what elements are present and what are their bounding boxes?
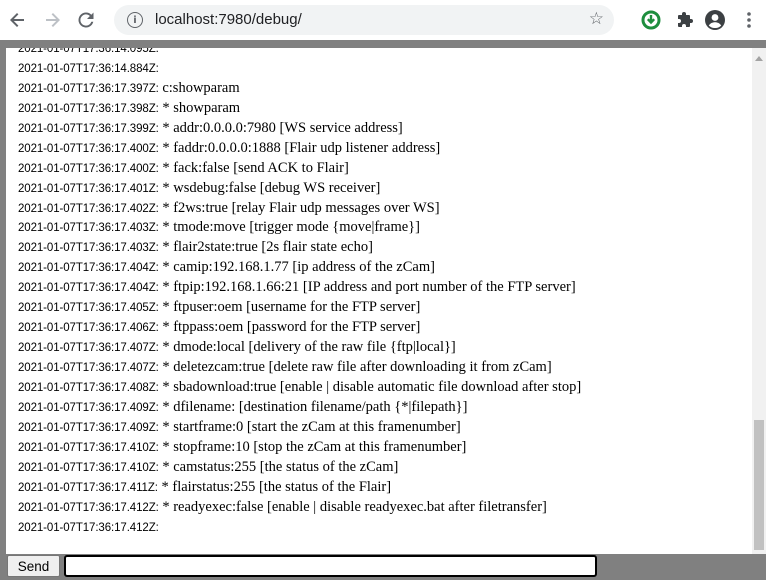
log-message: * ftpip:192.168.1.66:21 [IP address and … [158, 279, 576, 296]
log-line: 2021-01-07T17:36:17.397Z: c:showparam [18, 79, 581, 99]
log-line: 2021-01-07T17:36:17.400Z: * faddr:0.0.0.… [18, 139, 581, 159]
log-timestamp: 2021-01-07T17:36:17.409Z: [18, 421, 159, 434]
log-line: 2021-01-07T17:36:17.400Z: * fack:false [… [18, 159, 581, 179]
log-timestamp: 2021-01-07T17:36:17.404Z: [18, 282, 159, 295]
log-timestamp: 2021-01-07T17:36:17.400Z: [18, 142, 159, 155]
log-message: * camstatus:255 [the status of the zCam] [158, 458, 399, 475]
log-timestamp: 2021-01-07T17:36:17.409Z: [18, 401, 159, 414]
log-message: * startframe:0 [start the zCam at this f… [158, 418, 461, 435]
log-scrollbar[interactable] [752, 48, 766, 570]
log-timestamp: 2021-01-07T17:36:17.412Z: [18, 501, 159, 514]
reload-icon[interactable] [74, 8, 98, 32]
log-panel: 2021-01-07T17:36:14.095Z: 2021-01-07T17:3… [0, 48, 766, 570]
log-message: * faddr:0.0.0.0:1888 [Flair udp listener… [158, 139, 441, 156]
log-message: * readyexec:false [enable | disable read… [158, 498, 547, 515]
log-line: 2021-01-07T17:36:17.401Z: * wsdebug:fals… [18, 179, 581, 199]
log-message: * dfilename: [destination filename/path … [158, 398, 468, 415]
log-timestamp: 2021-01-07T17:36:17.399Z: [18, 122, 159, 135]
log-timestamp: 2021-01-07T17:36:17.400Z: [18, 162, 159, 175]
log-line: 2021-01-07T17:36:17.407Z: * dmode:local … [18, 338, 581, 358]
log-timestamp: 2021-01-07T17:36:17.405Z: [18, 302, 159, 315]
puzzle-icon[interactable] [674, 9, 696, 31]
address-url[interactable]: localhost:7980/debug/ [155, 11, 302, 28]
log-line: 2021-01-07T17:36:17.404Z: * camip:192.16… [18, 258, 581, 278]
log-line: 2021-01-07T17:36:17.407Z: * deletezcam:t… [18, 358, 581, 378]
log-line: 2021-01-07T17:36:14.095Z: [18, 48, 581, 59]
log-message: * camip:192.168.1.77 [ip address of the … [158, 259, 435, 276]
info-icon[interactable]: i [127, 12, 143, 28]
log-line: 2021-01-07T17:36:14.884Z: [18, 59, 581, 79]
command-input[interactable] [64, 555, 597, 577]
log-line: 2021-01-07T17:36:17.409Z: * dfilename: [… [18, 398, 581, 418]
browser-toolbar: i localhost:7980/debug/ ☆ [0, 0, 766, 40]
log-message: * stopframe:10 [stop the zCam at this fr… [158, 438, 467, 455]
log-lines: 2021-01-07T17:36:14.095Z: 2021-01-07T17:3… [18, 48, 581, 537]
log-message: * deletezcam:true [delete raw file after… [158, 359, 552, 375]
top-divider [0, 40, 766, 48]
log-line: 2021-01-07T17:36:17.409Z: * startframe:0… [18, 418, 581, 438]
forward-arrow-icon[interactable] [40, 8, 64, 32]
log-line: 2021-01-07T17:36:17.403Z: * flair2state:… [18, 238, 581, 258]
log-line: 2021-01-07T17:36:17.403Z: * tmode:move [… [18, 218, 581, 238]
log-message: * sbadownload:true [enable | disable aut… [158, 378, 582, 395]
log-line: 2021-01-07T17:36:17.399Z: * addr:0.0.0.0… [18, 119, 581, 139]
log-message: * addr:0.0.0.0:7980 [WS service address] [158, 119, 403, 136]
log-message: * showparam [158, 99, 241, 116]
log-timestamp: 2021-01-07T17:36:14.095Z: [18, 48, 159, 55]
log-timestamp: 2021-01-07T17:36:17.407Z: [18, 362, 159, 374]
address-bar[interactable]: i localhost:7980/debug/ ☆ [114, 5, 614, 35]
log-timestamp: 2021-01-07T17:36:17.410Z: [18, 441, 159, 454]
kebab-menu-icon[interactable] [738, 9, 760, 31]
log-timestamp: 2021-01-07T17:36:17.406Z: [18, 322, 159, 335]
log-timestamp: 2021-01-07T17:36:17.401Z: [18, 182, 159, 195]
log-timestamp: 2021-01-07T17:36:17.412Z: [18, 521, 159, 534]
log-message: * flairstatus:255 [the status of the Fla… [157, 478, 392, 495]
log-timestamp: 2021-01-07T17:36:17.407Z: [18, 342, 159, 355]
log-message: * ftppass:oem [password for the FTP serv… [158, 319, 421, 336]
log-line: 2021-01-07T17:36:17.408Z: * sbadownload:… [18, 378, 581, 398]
back-arrow-icon[interactable] [6, 8, 30, 32]
log-timestamp: 2021-01-07T17:36:17.411Z: [18, 481, 158, 494]
log-message: * f2ws:true [relay Flair udp messages ov… [158, 199, 440, 216]
log-line: 2021-01-07T17:36:17.412Z: * readyexec:fa… [18, 498, 581, 518]
log-message: * dmode:local [delivery of the raw file … [158, 339, 456, 356]
star-icon[interactable]: ☆ [589, 9, 604, 29]
log-line: 2021-01-07T17:36:17.412Z: [18, 518, 581, 538]
log-line: 2021-01-07T17:36:17.406Z: * ftppass:oem … [18, 318, 581, 338]
scroll-up-icon[interactable] [755, 56, 763, 61]
log-message: * wsdebug:false [debug WS receiver] [158, 179, 381, 196]
log-timestamp: 2021-01-07T17:36:17.398Z: [18, 102, 159, 115]
scroll-thumb[interactable] [754, 420, 764, 550]
log-line: 2021-01-07T17:36:17.410Z: * stopframe:10… [18, 438, 581, 458]
log-line: 2021-01-07T17:36:17.402Z: * f2ws:true [r… [18, 199, 581, 219]
log-message: * fack:false [send ACK to Flair] [158, 159, 349, 176]
log-line: 2021-01-07T17:36:17.405Z: * ftpuser:oem … [18, 298, 581, 318]
profile-icon[interactable] [704, 9, 726, 31]
log-timestamp: 2021-01-07T17:36:17.410Z: [18, 461, 159, 474]
log-line: 2021-01-07T17:36:17.411Z: * flairstatus:… [18, 478, 581, 498]
log-timestamp: 2021-01-07T17:36:17.402Z: [18, 202, 159, 215]
log-timestamp: 2021-01-07T17:36:14.884Z: [18, 62, 159, 75]
log-timestamp: 2021-01-07T17:36:17.397Z: [18, 82, 159, 95]
log-line: 2021-01-07T17:36:17.404Z: * ftpip:192.16… [18, 278, 581, 298]
log-message: * flair2state:true [2s flair state echo] [158, 239, 373, 256]
log-message: * tmode:move [trigger mode {move|frame}] [158, 219, 420, 236]
log-line: 2021-01-07T17:36:17.410Z: * camstatus:25… [18, 458, 581, 478]
send-button[interactable]: Send [7, 555, 60, 577]
download-extension-icon[interactable] [640, 9, 662, 31]
log-message: c:showparam [158, 79, 240, 96]
command-bar: Send [0, 554, 766, 580]
log-textarea[interactable]: 2021-01-07T17:36:14.095Z: 2021-01-07T17:3… [6, 48, 752, 570]
log-timestamp: 2021-01-07T17:36:17.404Z: [18, 262, 159, 275]
log-timestamp: 2021-01-07T17:36:17.403Z: [18, 222, 159, 235]
log-timestamp: 2021-01-07T17:36:17.408Z: [18, 381, 159, 394]
log-line: 2021-01-07T17:36:17.398Z: * showparam [18, 99, 581, 119]
log-timestamp: 2021-01-07T17:36:17.403Z: [18, 242, 159, 255]
log-message: * ftpuser:oem [username for the FTP serv… [158, 299, 421, 316]
